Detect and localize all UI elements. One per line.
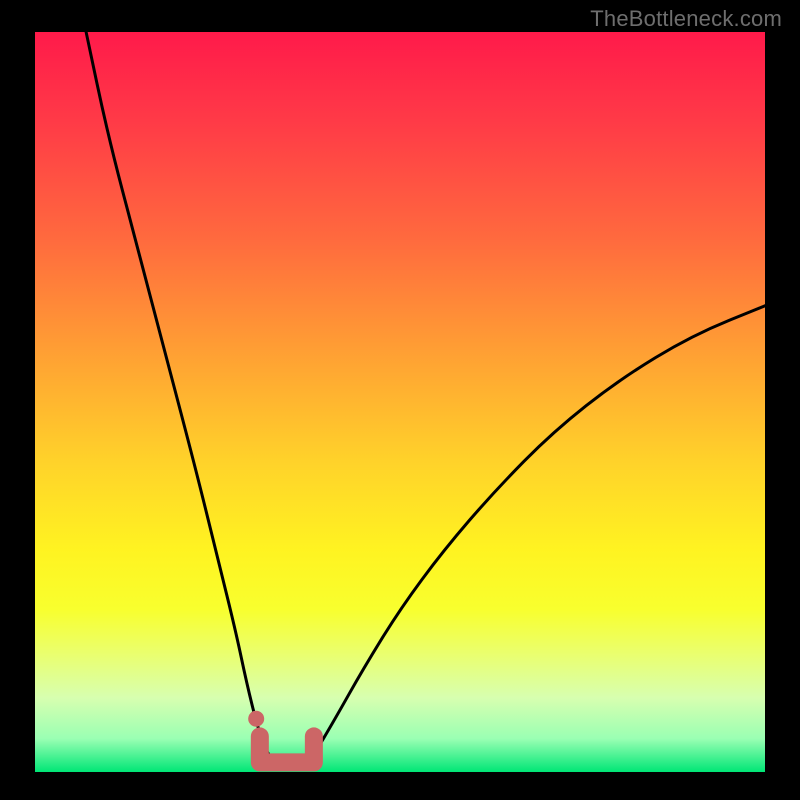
chart-frame: TheBottleneck.com	[0, 0, 800, 800]
plot-background	[35, 32, 765, 772]
bottleneck-chart	[0, 0, 800, 800]
trough-dot	[248, 711, 264, 727]
watermark-text: TheBottleneck.com	[590, 6, 782, 32]
